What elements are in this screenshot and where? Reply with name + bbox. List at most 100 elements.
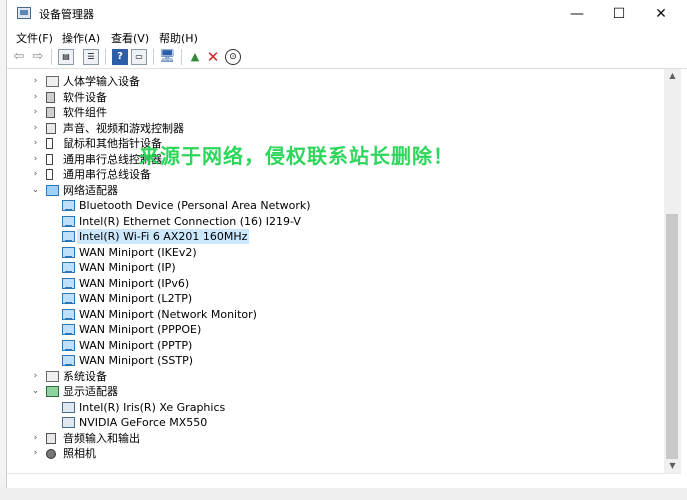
collapse-chevron-icon[interactable]: ⌄ — [31, 183, 40, 198]
tree-item-label: 显示适配器 — [63, 385, 118, 398]
vertical-scrollbar[interactable]: ▲ ▼ — [664, 69, 681, 473]
console-view-icon[interactable]: ▭ — [131, 49, 147, 65]
tree-category[interactable]: › 系统设备 — [7, 369, 657, 384]
tree-category[interactable]: › 通用串行总线设备 — [7, 167, 657, 182]
menu-bar: 文件(F) 操作(A) 查看(V) 帮助(H) — [7, 28, 687, 46]
minimize-button[interactable]: — — [556, 0, 598, 28]
tree-device[interactable]: Intel(R) Wi-Fi 6 AX201 160MHz — [7, 229, 657, 244]
expand-chevron-icon[interactable]: › — [31, 167, 40, 182]
tree-item-label: WAN Miniport (IKEv2) — [79, 245, 197, 259]
chip-device-icon — [46, 107, 55, 118]
speaker-device-icon — [46, 432, 56, 444]
close-button[interactable]: ✕ — [640, 0, 682, 28]
net-device-icon — [62, 293, 75, 304]
tree-item-label: WAN Miniport (IPv6) — [79, 276, 190, 290]
scan-hardware-icon[interactable]: 🖥 — [159, 49, 176, 65]
monitor-device-icon — [62, 417, 75, 428]
maximize-button[interactable]: ☐ — [598, 0, 640, 28]
net-device-icon — [62, 308, 75, 320]
uninstall-device-icon[interactable]: ✕ — [205, 49, 221, 65]
update-driver-icon[interactable]: ▲ — [187, 49, 203, 65]
tree-item-label: 声音、视频和游戏控制器 — [63, 121, 184, 135]
scrollbar-thumb[interactable] — [666, 214, 678, 459]
net-device-icon — [62, 215, 75, 227]
tree-item-label: Bluetooth Device (Personal Area Network) — [79, 199, 311, 212]
tree-device[interactable]: WAN Miniport (L2TP) — [7, 291, 657, 306]
collapse-chevron-icon[interactable]: ⌄ — [31, 384, 40, 399]
tree-device[interactable]: WAN Miniport (IKEv2) — [7, 245, 657, 260]
tree-item-label: Intel(R) Wi-Fi 6 AX201 160MHz — [77, 229, 250, 244]
expand-chevron-icon[interactable]: › — [31, 136, 40, 151]
device-tree[interactable]: › 人体学输入设备 › 软件设备 › 软件组件 › 声音、视频和游戏控制器 › 鼠标和其他指针设备… — [7, 69, 664, 473]
properties-icon[interactable]: ▤ — [58, 49, 74, 65]
tree-category[interactable]: › 软件设备 — [7, 90, 657, 105]
help-icon[interactable]: ? — [112, 49, 128, 65]
tree-category[interactable]: › 音频输入和输出 — [7, 431, 657, 446]
status-bar — [7, 473, 681, 487]
disable-device-icon[interactable]: ⊙ — [225, 49, 241, 65]
tree-device[interactable]: WAN Miniport (IPv6) — [7, 276, 657, 291]
tree-category[interactable]: › 照相机 — [7, 446, 657, 461]
tree-item-label: Intel(R) Ethernet Connection (16) I219-V — [79, 214, 301, 228]
expand-chevron-icon[interactable]: › — [31, 90, 40, 105]
menu-file[interactable]: 文件(F) — [16, 30, 53, 46]
scroll-down-icon[interactable]: ▼ — [664, 459, 681, 473]
tree-item-label: 人体学输入设备 — [63, 75, 140, 88]
chip-device-icon — [46, 91, 55, 103]
tree-item-label: 系统设备 — [63, 369, 107, 383]
tree-category[interactable]: ⌄ 网络适配器 — [7, 183, 657, 198]
toolbar-separator — [181, 49, 182, 65]
tree-device[interactable]: WAN Miniport (IP) — [7, 260, 657, 275]
speaker-device-icon — [46, 122, 56, 134]
folder-device-icon — [46, 370, 59, 382]
expand-chevron-icon[interactable]: › — [31, 152, 40, 167]
toolbar: ⇦ ⇨ ▤ ☰ ? ▭ 🖥 ▲ ✕ ⊙ — [7, 46, 687, 69]
title-bar[interactable]: 设备管理器 — ☐ ✕ — [7, 0, 687, 28]
expand-chevron-icon[interactable]: › — [31, 121, 40, 136]
tree-category[interactable]: › 软件组件 — [7, 105, 657, 120]
net-device-icon — [62, 339, 75, 351]
menu-action[interactable]: 操作(A) — [62, 30, 100, 46]
tree-category[interactable]: › 人体学输入设备 — [7, 74, 657, 89]
tree-category[interactable]: ⌄ 显示适配器 — [7, 384, 657, 399]
watermark-text: 来源于网络，侵权联系站长删除！ — [139, 144, 454, 168]
tree-item-label: 软件设备 — [63, 90, 107, 104]
menu-help[interactable]: 帮助(H) — [159, 30, 198, 46]
tree-item-label: WAN Miniport (PPPOE) — [79, 323, 202, 336]
plug-device-icon — [46, 169, 53, 180]
expand-chevron-icon[interactable]: › — [31, 74, 40, 89]
expand-chevron-icon[interactable]: › — [31, 446, 40, 461]
tree-item-label: WAN Miniport (PPTP) — [79, 338, 193, 352]
tree-device[interactable]: WAN Miniport (PPTP) — [7, 338, 657, 353]
toolbar-separator — [153, 49, 154, 65]
expand-chevron-icon[interactable]: › — [31, 431, 40, 446]
tree-item-label: WAN Miniport (SSTP) — [79, 354, 194, 367]
expand-chevron-icon[interactable]: › — [31, 105, 40, 120]
expand-chevron-icon[interactable]: › — [31, 369, 40, 384]
tree-device[interactable]: WAN Miniport (SSTP) — [7, 353, 657, 368]
plug-device-icon — [46, 138, 53, 149]
tree-device[interactable]: Bluetooth Device (Personal Area Network) — [7, 198, 657, 213]
view-list-icon[interactable]: ☰ — [83, 49, 99, 65]
tree-device[interactable]: WAN Miniport (PPPOE) — [7, 322, 657, 337]
menu-view[interactable]: 查看(V) — [111, 30, 149, 46]
tree-item-label: 网络适配器 — [63, 183, 118, 197]
tree-item-label: 音频输入和输出 — [63, 431, 140, 445]
tree-item-label: 照相机 — [63, 447, 96, 460]
back-arrow-icon[interactable]: ⇦ — [11, 49, 27, 65]
tree-device[interactable]: Intel(R) Iris(R) Xe Graphics — [7, 400, 657, 415]
adapter-device-icon — [46, 184, 59, 196]
monitor-device-icon — [62, 401, 75, 413]
tree-item-label: 软件组件 — [63, 106, 107, 119]
net-device-icon — [62, 277, 75, 289]
tree-device[interactable]: NVIDIA GeForce MX550 — [7, 415, 657, 430]
net-device-icon — [62, 246, 75, 258]
forward-arrow-icon[interactable]: ⇨ — [30, 49, 46, 65]
tree-category[interactable]: › 声音、视频和游戏控制器 — [7, 121, 657, 136]
tree-device[interactable]: Intel(R) Ethernet Connection (16) I219-V — [7, 214, 657, 229]
display-device-icon — [46, 386, 59, 397]
folder-device-icon — [46, 76, 59, 87]
scroll-up-icon[interactable]: ▲ — [664, 69, 681, 83]
tree-device[interactable]: WAN Miniport (Network Monitor) — [7, 307, 657, 322]
toolbar-separator — [51, 49, 52, 65]
